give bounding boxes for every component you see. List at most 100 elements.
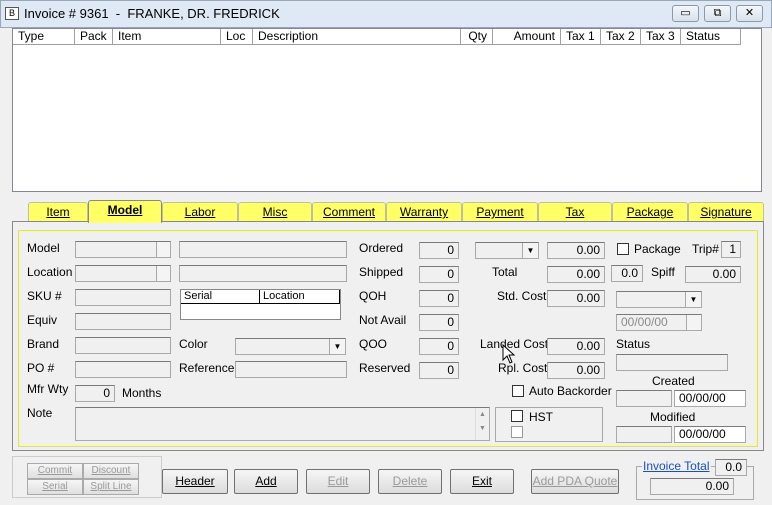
equiv-label: Equiv: [27, 313, 58, 327]
hst-label: HST: [529, 410, 553, 424]
ordered-label: Ordered: [359, 241, 404, 255]
color-select[interactable]: ▼: [235, 338, 346, 355]
mfr-wty-field[interactable]: 0: [75, 385, 115, 402]
package-label: Package: [634, 242, 681, 256]
serial-col: Serial: [181, 290, 260, 304]
delete-button[interactable]: Delete: [378, 469, 442, 494]
chevron-down-icon[interactable]: ▼: [329, 339, 345, 354]
tab-comment[interactable]: Comment: [312, 202, 386, 222]
not-avail-field[interactable]: 0: [419, 314, 459, 331]
col-amount[interactable]: Amount: [493, 29, 561, 45]
col-type[interactable]: Type: [13, 29, 75, 45]
tab-payment[interactable]: Payment: [462, 202, 538, 222]
location-lookup-button[interactable]: [156, 266, 170, 281]
note-scrollbar[interactable]: ▲ ▼: [475, 408, 489, 440]
col-item[interactable]: Item: [113, 29, 221, 45]
note-label: Note: [27, 406, 53, 420]
qoo-field[interactable]: 0: [419, 338, 459, 355]
spiff-field[interactable]: 0.00: [685, 266, 741, 283]
created-date-field[interactable]: 00/00/00: [674, 390, 746, 407]
exit-button[interactable]: Exit: [450, 469, 514, 494]
col-tax2[interactable]: Tax 2: [601, 29, 641, 45]
auto-backorder-checkbox[interactable]: [512, 385, 524, 397]
minimize-button[interactable]: ▭: [672, 5, 699, 22]
location-field[interactable]: [75, 265, 171, 282]
ordered-field[interactable]: 0: [419, 242, 459, 259]
col-qty[interactable]: Qty: [461, 29, 493, 45]
reserved-field[interactable]: 0: [419, 362, 459, 379]
secondary-tax-checkbox[interactable]: [511, 426, 523, 438]
trip-field[interactable]: 1: [721, 241, 741, 258]
tab-model[interactable]: Model: [88, 200, 162, 223]
edit-button[interactable]: Edit: [306, 469, 370, 494]
modified-label: Modified: [650, 410, 696, 424]
col-tax1[interactable]: Tax 1: [561, 29, 601, 45]
col-loc[interactable]: Loc: [221, 29, 253, 45]
modified-date-field[interactable]: 00/00/00: [674, 426, 746, 443]
chevron-down-icon[interactable]: ▼: [685, 292, 701, 307]
sku-field[interactable]: [75, 289, 171, 306]
tab-warranty[interactable]: Warranty: [386, 202, 462, 222]
tab-tax[interactable]: Tax: [538, 202, 612, 222]
close-button[interactable]: ✕: [736, 5, 763, 22]
restore-button[interactable]: ⧉: [704, 5, 731, 22]
col-pack[interactable]: Pack: [75, 29, 113, 45]
location-description-field[interactable]: [179, 265, 347, 282]
price-field[interactable]: 0.00: [547, 242, 605, 259]
vendor-select[interactable]: ▼: [616, 291, 702, 308]
model-description-field[interactable]: [179, 241, 347, 258]
header-button[interactable]: Header: [162, 469, 228, 494]
package-checkbox[interactable]: [617, 243, 629, 255]
equiv-field[interactable]: [75, 313, 171, 330]
note-textarea[interactable]: ▲ ▼: [75, 407, 490, 441]
commit-button[interactable]: Commit: [27, 463, 83, 479]
add-button[interactable]: Add: [234, 469, 298, 494]
serial-button[interactable]: Serial: [27, 479, 83, 495]
invoice-lines-grid[interactable]: Type Pack Item Loc Description Qty Amoun…: [12, 28, 762, 192]
po-field[interactable]: [75, 361, 171, 378]
serial-location-grid[interactable]: Serial Location: [180, 289, 341, 320]
invoice-total-link[interactable]: Invoice Total: [642, 459, 711, 473]
location-col: Location: [260, 290, 340, 304]
created-by-field[interactable]: [616, 390, 672, 407]
sku-label: SKU #: [27, 289, 62, 303]
spiff-percent-field[interactable]: 0.0: [611, 265, 643, 282]
tab-labor[interactable]: Labor: [162, 202, 238, 222]
split-line-button[interactable]: Split Line: [83, 479, 139, 495]
total-field[interactable]: 0.00: [547, 266, 605, 283]
col-tax3[interactable]: Tax 3: [641, 29, 681, 45]
shipped-label: Shipped: [359, 265, 404, 279]
shipped-field[interactable]: 0: [419, 266, 459, 283]
landed-cost-field[interactable]: 0.00: [547, 338, 605, 355]
tab-signature[interactable]: Signature: [688, 202, 764, 222]
rpl-cost-field[interactable]: 0.00: [547, 362, 605, 379]
col-status[interactable]: Status: [681, 29, 741, 45]
model-lookup-button[interactable]: [156, 242, 170, 257]
trip-label: Trip#: [692, 242, 719, 256]
po-label: PO #: [27, 361, 55, 375]
price-type-select[interactable]: ▼: [475, 242, 539, 259]
add-pda-quote-button[interactable]: Add PDA Quote: [531, 469, 619, 494]
tab-package[interactable]: Package: [612, 202, 688, 222]
qoh-field[interactable]: 0: [419, 290, 459, 307]
not-avail-label: Not Avail: [359, 313, 407, 327]
tab-item[interactable]: Item: [28, 202, 88, 222]
model-label: Model: [27, 241, 60, 255]
col-description[interactable]: Description: [253, 29, 461, 45]
reference-field[interactable]: [235, 361, 347, 378]
reference-label: Reference: [179, 361, 235, 375]
brand-field[interactable]: [75, 337, 171, 354]
hst-checkbox[interactable]: [511, 410, 523, 422]
qoo-label: QOO: [359, 337, 388, 351]
model-field[interactable]: [75, 241, 171, 258]
tab-strip: Item Model Labor Misc Comment Warranty P…: [12, 200, 764, 223]
chevron-down-icon[interactable]: ▼: [522, 243, 538, 258]
date-field[interactable]: 00/00/00: [616, 314, 702, 331]
tab-misc[interactable]: Misc: [238, 202, 312, 222]
std-cost-field[interactable]: 0.00: [547, 290, 605, 307]
discount-button[interactable]: Discount: [83, 463, 139, 479]
status-field[interactable]: [616, 354, 728, 371]
mfr-wty-label: Mfr Wty: [27, 382, 69, 396]
date-picker-button[interactable]: [686, 315, 701, 330]
modified-by-field[interactable]: [616, 426, 672, 443]
